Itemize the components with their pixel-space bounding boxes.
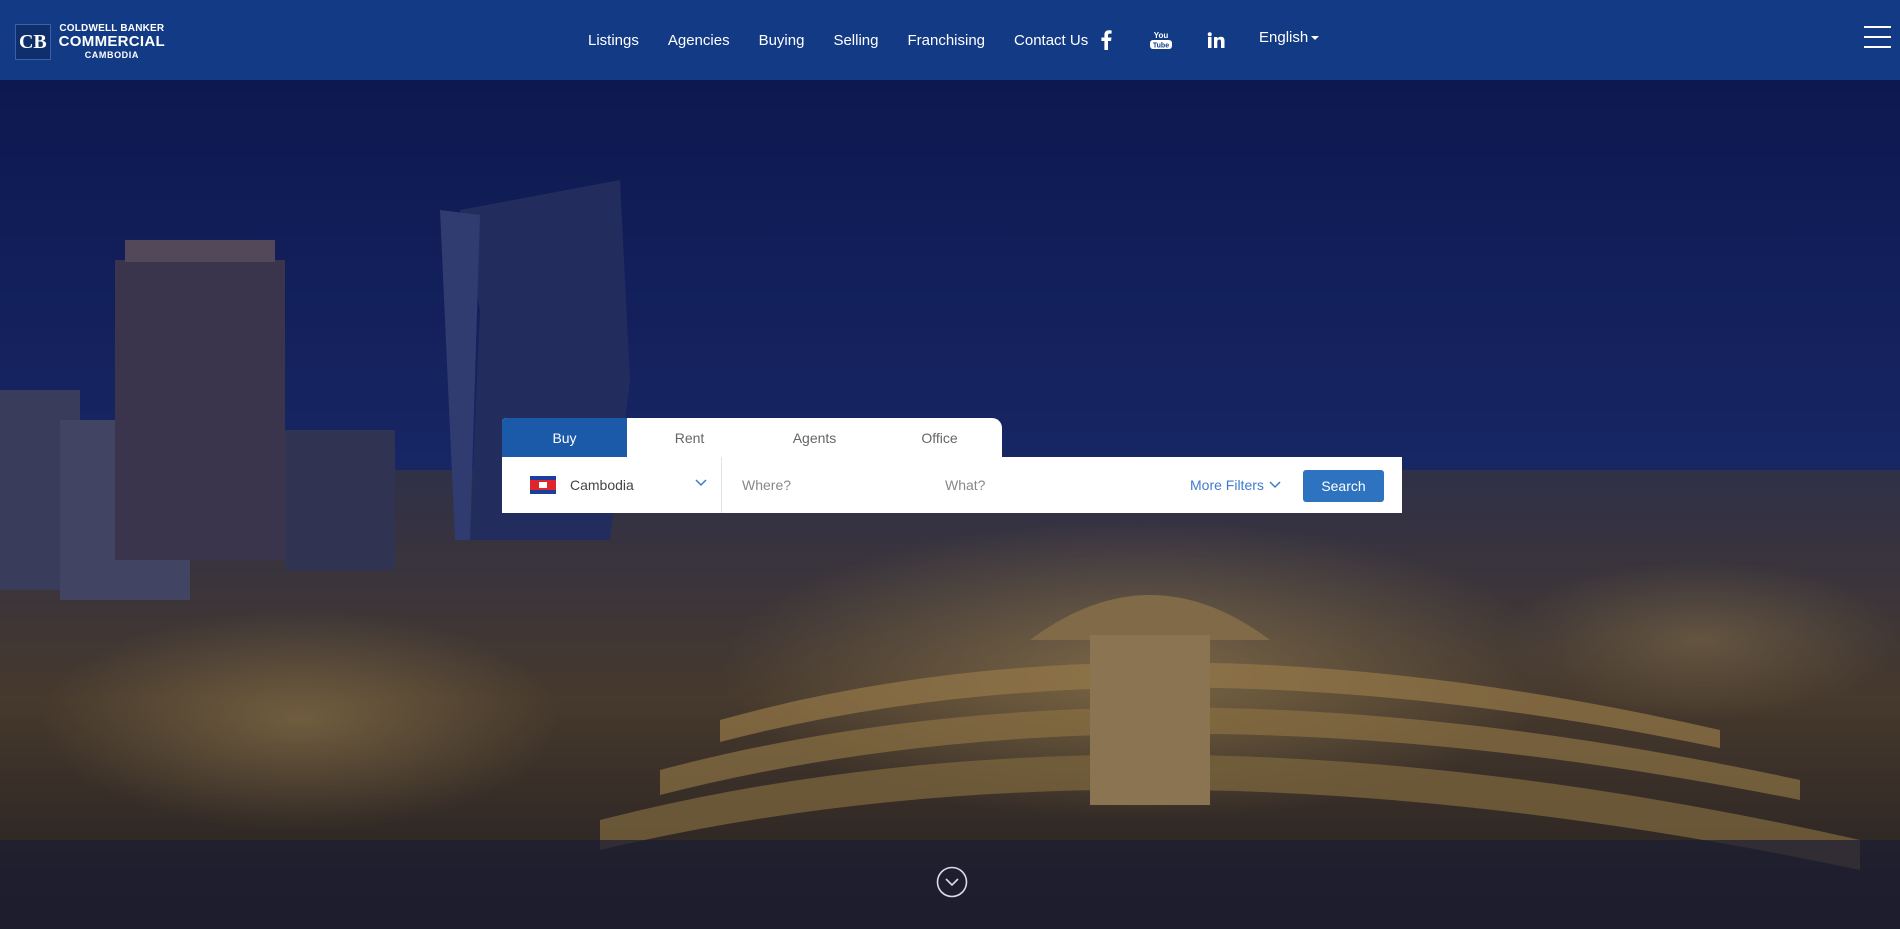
where-input[interactable] bbox=[722, 457, 945, 513]
cambodia-flag-icon bbox=[530, 476, 556, 494]
search-bar: Cambodia More Filters Search bbox=[502, 457, 1402, 513]
tab-office[interactable]: Office bbox=[877, 418, 1002, 458]
country-label: Cambodia bbox=[570, 477, 634, 493]
linkedin-icon[interactable] bbox=[1204, 28, 1228, 52]
site-header: CB COLDWELL BANKER COMMERCIAL CAMBODIA L… bbox=[0, 0, 1900, 80]
tab-rent[interactable]: Rent bbox=[627, 418, 752, 458]
more-filters-label: More Filters bbox=[1190, 477, 1264, 493]
country-select[interactable]: Cambodia bbox=[502, 457, 722, 513]
logo-line2: COMMERCIAL bbox=[58, 33, 165, 50]
caret-down-icon bbox=[1311, 35, 1320, 40]
nav-franchising[interactable]: Franchising bbox=[907, 32, 985, 49]
logo-line3: CAMBODIA bbox=[84, 50, 139, 60]
svg-text:You: You bbox=[1154, 31, 1169, 40]
search-tabs: Buy Rent Agents Office bbox=[502, 418, 1002, 458]
more-filters-button[interactable]: More Filters bbox=[1190, 457, 1281, 513]
logo[interactable]: CB COLDWELL BANKER COMMERCIAL CAMBODIA bbox=[15, 22, 165, 62]
logo-text: COLDWELL BANKER COMMERCIAL CAMBODIA bbox=[59, 24, 165, 60]
chevron-down-icon bbox=[695, 479, 707, 487]
nav-agencies[interactable]: Agencies bbox=[668, 32, 730, 49]
nav-listings[interactable]: Listings bbox=[588, 32, 639, 49]
nav-contact-us[interactable]: Contact Us bbox=[1014, 32, 1088, 49]
what-input[interactable] bbox=[945, 457, 1165, 513]
chevron-down-icon bbox=[1269, 481, 1281, 489]
nav-selling[interactable]: Selling bbox=[833, 32, 878, 49]
facebook-icon[interactable] bbox=[1094, 28, 1118, 52]
language-label: English bbox=[1259, 29, 1309, 46]
language-selector[interactable]: English bbox=[1259, 29, 1320, 46]
hamburger-menu-icon[interactable] bbox=[1864, 26, 1891, 50]
logo-mark: CB bbox=[15, 24, 51, 60]
nav-buying[interactable]: Buying bbox=[759, 32, 805, 49]
main-nav: Listings Agencies Buying Selling Franchi… bbox=[588, 0, 1117, 80]
svg-text:Tube: Tube bbox=[1153, 43, 1169, 50]
tab-agents[interactable]: Agents bbox=[752, 418, 877, 458]
chevron-down-circle-icon[interactable] bbox=[936, 866, 968, 898]
youtube-icon[interactable]: You Tube bbox=[1149, 28, 1173, 52]
tab-buy[interactable]: Buy bbox=[502, 418, 627, 458]
search-button[interactable]: Search bbox=[1303, 470, 1384, 502]
